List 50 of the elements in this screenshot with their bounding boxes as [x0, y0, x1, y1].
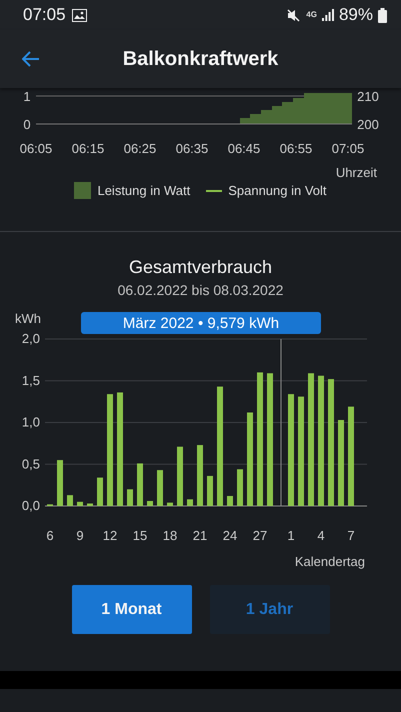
- axis-label: 1: [23, 89, 31, 104]
- axis-label: 06:55: [280, 141, 312, 156]
- date-range: 06.02.2022 bis 08.03.2022: [116, 282, 284, 298]
- legend-label: Spannung in Volt: [228, 183, 327, 198]
- bar[interactable]: [187, 499, 193, 506]
- axis-label: 12: [102, 528, 118, 543]
- axis-label: 06:15: [72, 141, 104, 156]
- axis-label: 7: [347, 528, 355, 543]
- period-button[interactable]: 1 Monat: [72, 585, 192, 634]
- clock: 07:05: [23, 5, 66, 25]
- axis-label: 0: [23, 117, 31, 132]
- axis-label: 06:35: [176, 141, 208, 156]
- axis-label: 15: [132, 528, 148, 543]
- bar[interactable]: [227, 496, 233, 506]
- battery-icon: [378, 8, 387, 22]
- network-label: 4G: [306, 11, 317, 19]
- axis-label: 2,0: [22, 331, 40, 346]
- signal-icon: [322, 9, 334, 21]
- axis-title: kWh: [15, 311, 41, 326]
- axis-label: 1: [287, 528, 295, 543]
- axis-label: 0,5: [22, 456, 40, 472]
- back-arrow-icon[interactable]: [22, 51, 40, 67]
- axis-title: Kalendertag: [294, 554, 365, 569]
- axis-label: 0,0: [22, 498, 40, 513]
- axis-label: 21: [192, 528, 208, 543]
- period-button[interactable]: 1 Jahr: [210, 585, 330, 634]
- axis-label: 18: [162, 528, 178, 543]
- value-tooltip: März 2022 • 9,579 kWh: [81, 312, 321, 334]
- axis-label: 07:05: [332, 141, 364, 156]
- page-title: Balkonkraftwerk: [122, 48, 280, 70]
- axis-label: 200: [357, 117, 379, 132]
- axis-label: 06:45: [228, 141, 260, 156]
- axis-label: 210: [357, 89, 379, 104]
- axis-label: 1,5: [22, 372, 40, 388]
- bar[interactable]: [127, 489, 133, 506]
- axis-title: Uhrzeit: [336, 165, 377, 180]
- axis-label: 4: [317, 528, 325, 543]
- axis-label: 9: [76, 528, 84, 543]
- axis-label: 27: [252, 528, 268, 543]
- legend-label: Leistung in Watt: [97, 183, 190, 198]
- battery-percent: 89%: [338, 5, 373, 25]
- section-title: Gesamtverbrauch: [128, 257, 274, 278]
- bar[interactable]: [77, 502, 83, 506]
- image-icon: [72, 8, 87, 22]
- mute-icon: [287, 8, 302, 22]
- axis-label: 24: [222, 528, 238, 543]
- axis-label: 06:25: [124, 141, 156, 156]
- axis-label: 1,0: [22, 414, 40, 430]
- axis-label: 6: [46, 528, 54, 543]
- axis-label: 06:05: [20, 141, 52, 156]
